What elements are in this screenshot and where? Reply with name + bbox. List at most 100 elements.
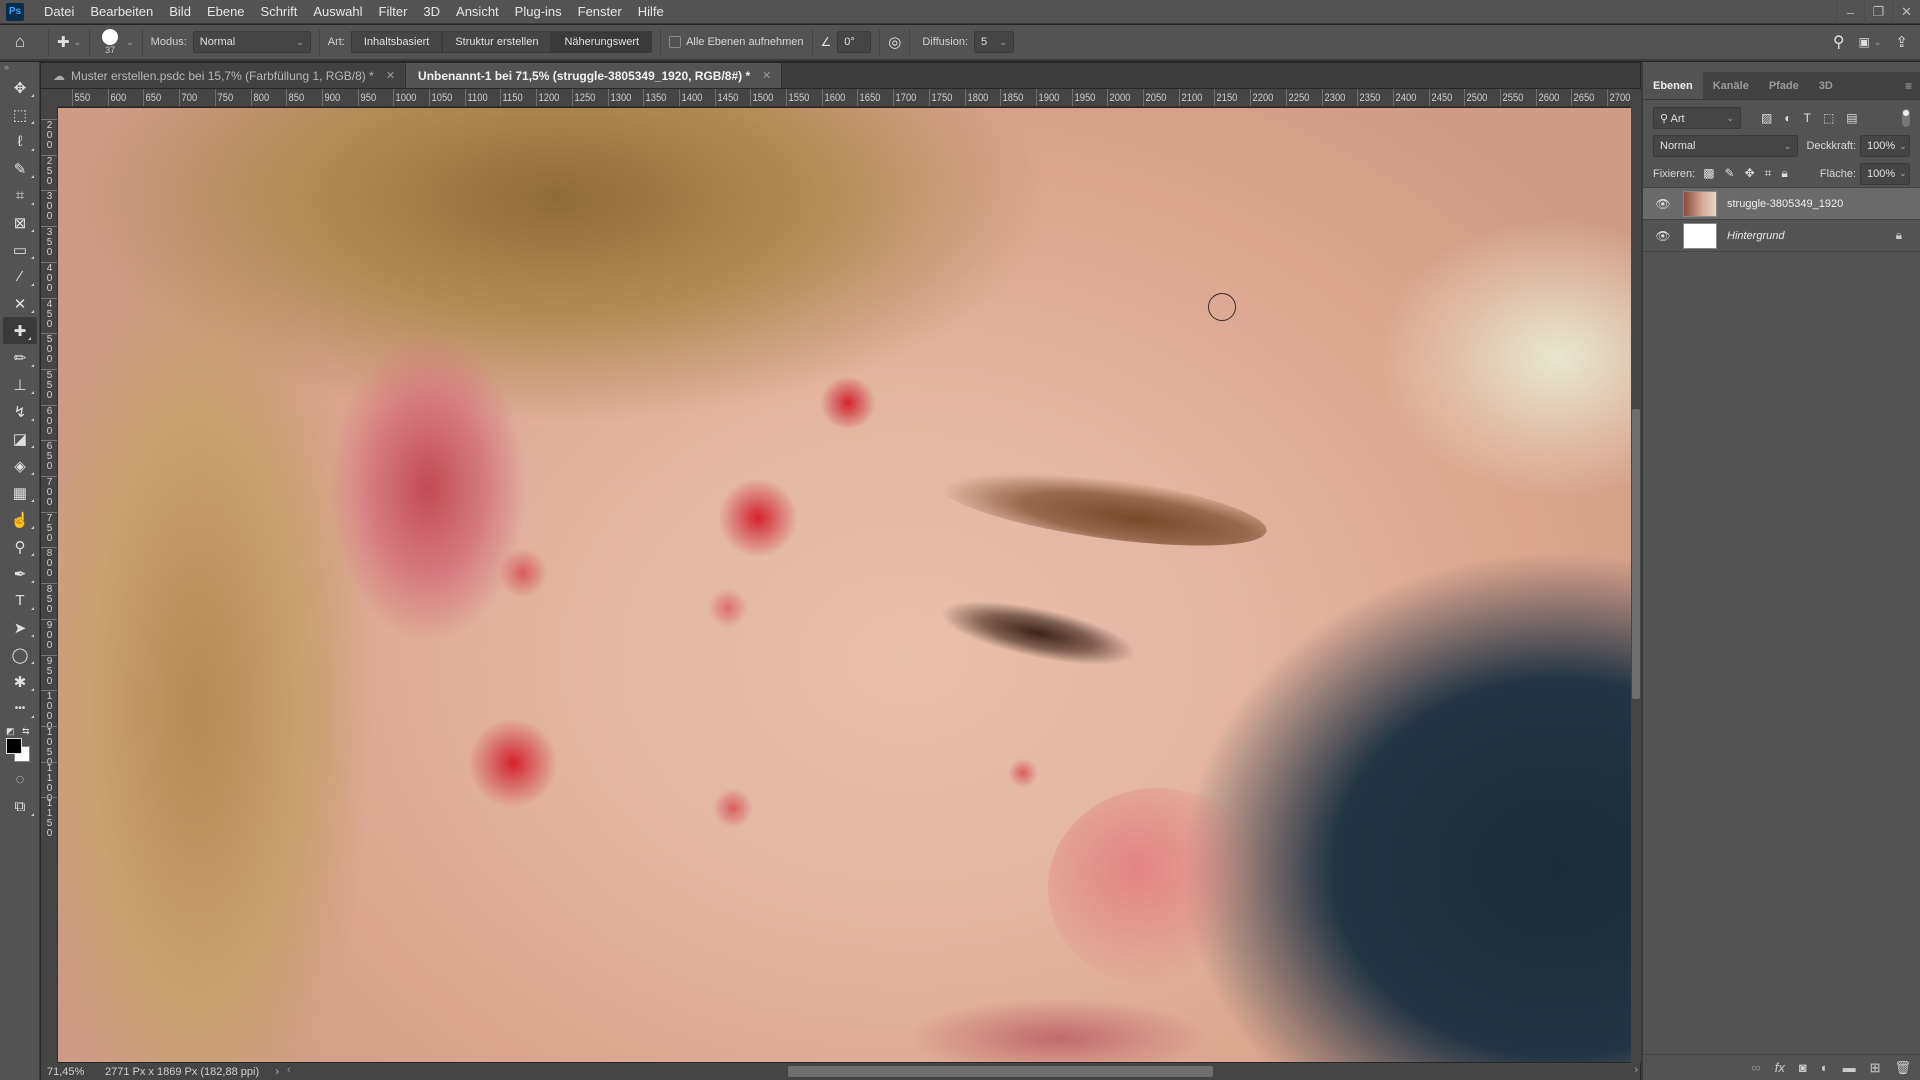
ruler-corner[interactable] xyxy=(41,89,58,107)
horizontal-scrollbar[interactable]: ‹ › xyxy=(285,1063,1640,1080)
sample-all-layers-checkbox[interactable]: Alle Ebenen aufnehmen xyxy=(669,36,804,48)
fx-icon[interactable]: fx xyxy=(1775,1060,1785,1075)
tab-kanaele[interactable]: Kanäle xyxy=(1703,72,1759,99)
tab-pfade[interactable]: Pfade xyxy=(1759,72,1809,99)
tool-eyedropper[interactable]: ⁄ xyxy=(0,263,40,290)
tool-ellipse[interactable]: ◯ xyxy=(0,641,40,668)
tool-smudge[interactable]: ☝ xyxy=(0,506,40,533)
search-icon[interactable]: ⚲ xyxy=(1833,32,1845,52)
opacity-input[interactable]: 100% ⌄ xyxy=(1860,135,1910,157)
menu-ansicht[interactable]: Ansicht xyxy=(448,4,507,19)
visibility-eye-icon[interactable]: 👁︎ xyxy=(1643,197,1683,211)
tool-eraser[interactable]: ◪ xyxy=(0,425,40,452)
tool-type[interactable]: T xyxy=(0,587,40,614)
restore-button[interactable]: ❐ xyxy=(1864,0,1892,24)
collapse-toolbar-icon[interactable]: » xyxy=(0,62,39,74)
panel-menu-icon[interactable]: ≡ xyxy=(1905,79,1920,93)
trash-icon[interactable]: 🗑︎ xyxy=(1894,1060,1911,1076)
menu-hilfe[interactable]: Hilfe xyxy=(630,4,672,19)
lock-position-icon[interactable]: ✥ xyxy=(1745,166,1755,181)
default-colors-icon[interactable]: ◩ xyxy=(6,726,15,737)
visibility-eye-icon[interactable]: 👁︎ xyxy=(1643,229,1683,243)
tool-history-brush[interactable]: ↯ xyxy=(0,398,40,425)
filter-type-icon[interactable]: T xyxy=(1804,111,1811,125)
tool-content-aware-move[interactable]: ✕ xyxy=(0,290,40,317)
screen-mode-button[interactable]: ⧉ xyxy=(0,793,40,820)
layer-row[interactable]: 👁︎ Hintergrund 🔒︎ xyxy=(1643,220,1920,252)
menu-datei[interactable]: Datei xyxy=(36,4,82,19)
vertical-ruler[interactable]: 200 250 300 350 400 450 500 550 600 650 700 750 800 8… xyxy=(41,107,58,1063)
scroll-right-icon[interactable]: › xyxy=(1634,1064,1638,1076)
scroll-left-icon[interactable]: ‹ xyxy=(287,1064,291,1076)
type-create-texture[interactable]: Struktur erstellen xyxy=(442,31,552,53)
tool-pen[interactable]: ✒ xyxy=(0,560,40,587)
tool-quick-selection[interactable]: ✎ xyxy=(0,155,40,182)
tool-custom-shape[interactable]: ✱ xyxy=(0,668,40,695)
brush-preset-picker[interactable]: 37 xyxy=(102,29,119,55)
tab-unbenannt-1[interactable]: Unbenannt-1 bei 71,5% (struggle-3805349_… xyxy=(406,63,783,88)
tool-move[interactable]: ✥ xyxy=(0,74,40,101)
tool-spot-healing-brush[interactable]: ✚ xyxy=(3,317,37,344)
blend-mode-select[interactable]: Normal ⌄ xyxy=(192,31,311,53)
workspace-switcher[interactable]: ▣ ⌄ xyxy=(1859,35,1882,49)
tool-frame[interactable]: ⊠ xyxy=(0,209,40,236)
menu-fenster[interactable]: Fenster xyxy=(570,4,630,19)
swap-colors-icon[interactable]: ⇆ xyxy=(22,726,30,737)
menu-filter[interactable]: Filter xyxy=(371,4,416,19)
tool-preset-picker[interactable]: ✚ ⌄ xyxy=(57,33,81,51)
layer-blend-mode-select[interactable]: Normal ⌄ xyxy=(1653,135,1799,157)
menu-bearbeiten[interactable]: Bearbeiten xyxy=(82,4,161,19)
filter-smart-object-icon[interactable]: ▤ xyxy=(1846,111,1857,125)
filter-adjustment-icon[interactable]: ◐ xyxy=(1784,111,1791,125)
tool-crop[interactable]: ⌗ xyxy=(0,182,40,209)
lock-image-icon[interactable]: ✎ xyxy=(1725,166,1735,181)
menu-3d[interactable]: 3D xyxy=(415,4,448,19)
horizontal-ruler[interactable]: 550 600 650 700 750 800 850 900 950 1000 1050 1100 1… xyxy=(58,89,1640,107)
filter-shape-icon[interactable]: ⬚ xyxy=(1823,111,1834,125)
quick-mask-button[interactable]: ◌ xyxy=(0,766,40,793)
new-group-icon[interactable]: ▬ xyxy=(1843,1060,1856,1075)
tool-dodge[interactable]: ⚲ xyxy=(0,533,40,560)
menu-bild[interactable]: Bild xyxy=(161,4,199,19)
close-tab-icon[interactable]: ✕ xyxy=(386,69,395,82)
chevron-down-icon[interactable]: ⌄ xyxy=(126,37,134,48)
layer-row[interactable]: 👁︎ struggle-3805349_1920 xyxy=(1643,188,1920,220)
tab-muster-erstellen[interactable]: ☁ Muster erstellen.psdc bei 15,7% (Farbf… xyxy=(41,63,407,88)
new-layer-icon[interactable]: ⊞ xyxy=(1870,1060,1881,1076)
add-mask-icon[interactable]: ◙ xyxy=(1799,1060,1807,1075)
tab-ebenen[interactable]: Ebenen xyxy=(1643,72,1703,99)
layer-filter-select[interactable]: ⚲ Art ⌄ xyxy=(1653,107,1741,129)
tool-ruler[interactable]: ▭ xyxy=(0,236,40,263)
diffusion-select[interactable]: 5 ⌄ xyxy=(974,31,1015,53)
minimize-button[interactable]: – xyxy=(1836,0,1864,24)
close-button[interactable]: ✕ xyxy=(1892,0,1920,24)
filter-toggle[interactable] xyxy=(1902,109,1910,127)
lock-all-icon[interactable]: 🔒︎ xyxy=(1781,166,1787,181)
lock-transparency-icon[interactable]: ▩ xyxy=(1703,166,1714,181)
tool-lasso[interactable]: ℓ xyxy=(0,128,40,155)
home-icon[interactable]: ⌂ xyxy=(0,32,40,52)
tool-paint-bucket[interactable]: ◈ xyxy=(0,452,40,479)
tool-path-selection[interactable]: ➤ xyxy=(0,614,40,641)
zoom-level[interactable]: 71,45% xyxy=(41,1066,89,1078)
lock-icon[interactable]: 🔒︎ xyxy=(1896,228,1902,243)
type-proximity-match[interactable]: Näherungswert xyxy=(551,31,653,53)
status-menu-arrow-icon[interactable]: › xyxy=(275,1066,285,1078)
pressure-size-icon[interactable]: ◎ xyxy=(888,33,901,51)
foreground-color[interactable] xyxy=(6,738,22,754)
tool-clone-stamp[interactable]: ⊥ xyxy=(0,371,40,398)
menu-ebene[interactable]: Ebene xyxy=(199,4,253,19)
scrollbar-thumb[interactable] xyxy=(1632,409,1640,699)
menu-plugins[interactable]: Plug-ins xyxy=(507,4,570,19)
tool-brush[interactable]: ✏ xyxy=(0,344,40,371)
lock-artboard-icon[interactable]: ⌗ xyxy=(1765,166,1772,181)
scrollbar-thumb[interactable] xyxy=(788,1066,1213,1077)
filter-pixel-icon[interactable]: ▨ xyxy=(1761,111,1772,125)
share-icon[interactable]: ⇪ xyxy=(1895,33,1908,51)
menu-auswahl[interactable]: Auswahl xyxy=(305,4,370,19)
tool-rect-marquee[interactable]: ⬚ xyxy=(0,101,40,128)
tool-more-tools[interactable]: ••• xyxy=(0,695,40,722)
document-canvas[interactable] xyxy=(58,108,1631,1062)
angle-input[interactable]: 0° xyxy=(837,31,872,53)
menu-schrift[interactable]: Schrift xyxy=(253,4,306,19)
